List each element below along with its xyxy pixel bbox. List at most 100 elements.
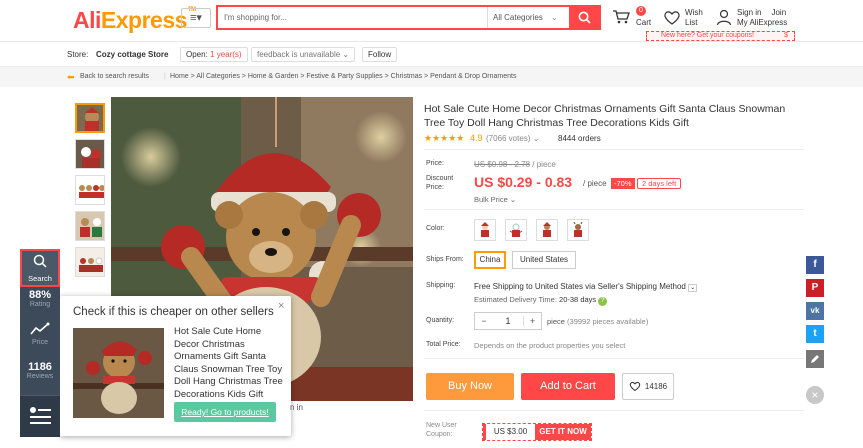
feedback-status[interactable]: feedback is unavailable ⌄ bbox=[251, 47, 356, 62]
quantity-decrease-button[interactable]: − bbox=[475, 316, 493, 326]
ship-from-us[interactable]: United States bbox=[512, 251, 576, 269]
wishlist-add-button[interactable]: 14186 bbox=[622, 373, 674, 400]
twitter-share-icon[interactable]: t bbox=[806, 325, 824, 343]
total-price-text: Depends on the product properties you se… bbox=[474, 341, 626, 350]
my-aliexpress-link[interactable]: My AliExpress bbox=[737, 18, 787, 28]
original-price-value: US $0.98 - 2.78 bbox=[474, 160, 531, 169]
price-history-tool[interactable]: Price bbox=[20, 322, 60, 346]
color-option[interactable] bbox=[505, 219, 527, 241]
pencil-icon bbox=[811, 355, 819, 363]
store-name-link[interactable]: Cozy cottage Store bbox=[96, 50, 168, 59]
search-tool-label: Search bbox=[28, 274, 52, 283]
quantity-label: Quantity: bbox=[426, 317, 455, 324]
discount-label-line2: Price: bbox=[426, 184, 444, 191]
facebook-share-icon[interactable]: f bbox=[806, 256, 824, 274]
ship-from-china[interactable]: China bbox=[474, 251, 506, 269]
vk-share-icon[interactable]: vk bbox=[806, 302, 824, 320]
votes-link[interactable]: (7066 votes) ⌄ bbox=[486, 134, 539, 143]
product-thumbnail[interactable] bbox=[75, 247, 105, 277]
chevron-down-icon: ⌄ bbox=[688, 284, 698, 292]
account-links: Sign in Join My AliExpress bbox=[737, 8, 787, 28]
delivery-time: Estimated Delivery Time: 20-38 days ? bbox=[474, 295, 608, 306]
shipping-label: Shipping: bbox=[426, 282, 456, 289]
ornament-set-image bbox=[76, 176, 104, 204]
coupon-value: US $3.00 bbox=[483, 424, 535, 440]
logo-text-express: Express bbox=[100, 7, 188, 33]
quantity-input[interactable]: 1 bbox=[493, 316, 523, 326]
tools-menu-button[interactable] bbox=[20, 395, 60, 437]
user-button[interactable] bbox=[716, 9, 732, 29]
breadcrumb-divider: | bbox=[164, 73, 166, 80]
reindeer-doll-image bbox=[573, 222, 583, 237]
reviews-tool[interactable]: 1186 Reviews bbox=[20, 361, 60, 380]
heart-icon bbox=[664, 11, 680, 25]
discount-price-unit: / piece bbox=[583, 179, 607, 188]
add-to-cart-button[interactable]: Add to Cart bbox=[521, 373, 615, 400]
back-to-search-link[interactable]: Back to search results bbox=[80, 67, 149, 87]
discount-label-line1: Discount bbox=[426, 175, 454, 182]
search-tool-button[interactable]: Search bbox=[20, 249, 60, 287]
new-user-coupon[interactable]: US $3.00 GET IT NOW bbox=[482, 423, 592, 441]
time-left-badge: 2 days left bbox=[637, 178, 682, 189]
product-thumbnail[interactable] bbox=[75, 139, 105, 169]
wishlist-label[interactable]: Wish List bbox=[685, 8, 703, 28]
pinterest-share-icon[interactable]: P bbox=[806, 279, 824, 297]
popup-product-description[interactable]: Hot Sale Cute Home Decor Christmas Ornam… bbox=[174, 326, 286, 401]
rating-label: Rating bbox=[29, 301, 51, 308]
product-title: Hot Sale Cute Home Decor Christmas Ornam… bbox=[424, 103, 786, 129]
price-label: Price: bbox=[426, 160, 444, 167]
follow-button[interactable]: Follow bbox=[362, 47, 398, 62]
store-bar: Store: Cozy cottage Store Open: 1 year(s… bbox=[0, 43, 863, 67]
new-user-label-line2: Coupon: bbox=[426, 431, 453, 438]
product-thumbnail[interactable] bbox=[75, 103, 105, 133]
search-button[interactable] bbox=[569, 7, 599, 28]
popup-product-image[interactable] bbox=[73, 328, 164, 418]
rating-tool[interactable]: 88% Rating bbox=[20, 289, 60, 308]
breadcrumb-path[interactable]: Home > All Categories > Home & Garden > … bbox=[170, 67, 516, 87]
search-input[interactable]: I'm shopping for... bbox=[218, 13, 487, 22]
ornament-group-image bbox=[76, 212, 104, 240]
aliexpress-logo[interactable]: AliExpressTM bbox=[73, 7, 196, 34]
cart-label[interactable]: Cart bbox=[636, 18, 651, 28]
quantity-increase-button[interactable]: + bbox=[523, 316, 541, 326]
obscured-text: n in bbox=[290, 403, 303, 412]
new-user-coupon-label: New User Coupon: bbox=[426, 421, 457, 439]
color-option[interactable] bbox=[536, 219, 558, 241]
buy-now-button[interactable]: Buy Now bbox=[426, 373, 514, 400]
category-menu-button[interactable]: ≡▾ bbox=[181, 8, 211, 28]
popup-title: Check if this is cheaper on other seller… bbox=[73, 306, 274, 318]
product-thumbnail[interactable] bbox=[75, 175, 105, 205]
color-option[interactable] bbox=[567, 219, 589, 241]
product-thumbnail[interactable] bbox=[75, 211, 105, 241]
divider bbox=[424, 410, 804, 411]
cart-count-badge: 0 bbox=[636, 6, 646, 16]
bear-ornament-image bbox=[73, 328, 164, 418]
join-link[interactable]: Join bbox=[771, 8, 786, 17]
help-icon[interactable]: ? bbox=[598, 297, 608, 306]
edit-icon[interactable] bbox=[806, 350, 824, 368]
hamburger-icon: ≡▾ bbox=[190, 12, 202, 24]
reviews-label: Reviews bbox=[26, 373, 54, 380]
close-icon[interactable]: × bbox=[278, 300, 284, 312]
category-select[interactable]: All Categories ⌄ bbox=[487, 7, 569, 28]
cart-button[interactable] bbox=[612, 9, 630, 28]
delivery-label: Estimated Delivery Time: bbox=[474, 295, 557, 304]
chevron-down-icon: ⌄ bbox=[342, 50, 350, 59]
bulk-price-link[interactable]: Bulk Price ⌄ bbox=[474, 195, 516, 204]
search-icon bbox=[33, 254, 47, 268]
popup-cta-button[interactable]: Ready! Go to products! bbox=[174, 402, 276, 422]
new-user-coupon-banner[interactable]: New here? Get your coupons! $ bbox=[646, 31, 795, 41]
shipping-method[interactable]: Free Shipping to United States via Selle… bbox=[474, 282, 698, 292]
wishlist-count: 14186 bbox=[644, 382, 668, 391]
reviews-value: 1186 bbox=[28, 361, 52, 373]
search-bar: I'm shopping for... All Categories ⌄ bbox=[216, 5, 601, 30]
get-coupon-button[interactable]: GET IT NOW bbox=[535, 424, 591, 440]
wishlist-button[interactable] bbox=[663, 10, 681, 29]
color-option[interactable] bbox=[474, 219, 496, 241]
close-share-icon[interactable]: × bbox=[806, 386, 824, 404]
ships-from-label: Ships From: bbox=[426, 256, 464, 263]
chart-line-icon bbox=[30, 322, 50, 335]
shipping-method-text: Free Shipping to United States via Selle… bbox=[474, 282, 686, 291]
signin-link[interactable]: Sign in bbox=[737, 8, 761, 17]
santa-doll-image bbox=[481, 222, 489, 237]
